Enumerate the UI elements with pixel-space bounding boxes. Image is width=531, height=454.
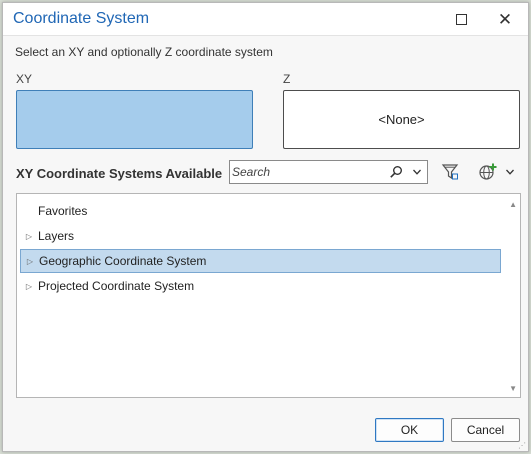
tree-item-favorites[interactable]: Favorites <box>20 199 501 223</box>
tree-item-label: Geographic Coordinate System <box>39 254 207 268</box>
add-menu-chevron-icon[interactable] <box>503 161 517 183</box>
tree-item-layers[interactable]: ▷ Layers <box>20 224 501 248</box>
expand-triangle-icon[interactable]: ▷ <box>21 257 39 266</box>
tree-item-geographic[interactable]: ▷ Geographic Coordinate System <box>20 249 501 273</box>
scroll-down-arrow-icon[interactable]: ▼ <box>509 384 517 393</box>
coordinate-system-dialog: Coordinate System ✕ Select an XY and opt… <box>2 2 529 452</box>
expand-triangle-icon[interactable]: ▷ <box>20 282 38 291</box>
instruction-text: Select an XY and optionally Z coordinate… <box>15 45 273 59</box>
close-icon: ✕ <box>497 10 513 29</box>
tree-item-label: Layers <box>38 229 75 243</box>
expand-triangle-icon[interactable]: ▷ <box>20 232 38 241</box>
tree-item-label: Projected Coordinate System <box>38 279 195 293</box>
xy-label: XY <box>16 72 33 86</box>
cancel-button[interactable]: Cancel <box>451 418 520 442</box>
z-label: Z <box>283 72 291 86</box>
scroll-up-arrow-icon[interactable]: ▲ <box>509 200 517 209</box>
resize-grip-icon[interactable]: ⋰ <box>518 442 526 450</box>
close-button[interactable]: ✕ <box>487 3 523 36</box>
tree-item-label: Favorites <box>38 204 88 218</box>
add-globe-icon[interactable] <box>477 161 499 183</box>
available-heading: XY Coordinate Systems Available <box>16 166 223 181</box>
search-box[interactable] <box>229 160 428 184</box>
z-value: <None> <box>378 112 425 127</box>
filter-icon[interactable] <box>439 161 461 183</box>
maximize-button[interactable] <box>443 3 479 36</box>
search-input[interactable] <box>232 163 380 181</box>
xy-coordinate-system-box[interactable] <box>16 90 253 149</box>
coordinate-system-tree[interactable]: Favorites ▷ Layers ▷ Geographic Coordina… <box>16 193 521 398</box>
z-coordinate-system-box[interactable]: <None> <box>283 90 520 149</box>
tree-item-projected[interactable]: ▷ Projected Coordinate System <box>20 274 501 298</box>
search-icon[interactable] <box>387 163 405 181</box>
maximize-icon <box>455 14 467 25</box>
dialog-title: Coordinate System <box>13 10 150 27</box>
chevron-down-icon[interactable] <box>408 163 426 181</box>
title-bar: Coordinate System ✕ <box>3 3 528 36</box>
ok-button[interactable]: OK <box>375 418 444 442</box>
